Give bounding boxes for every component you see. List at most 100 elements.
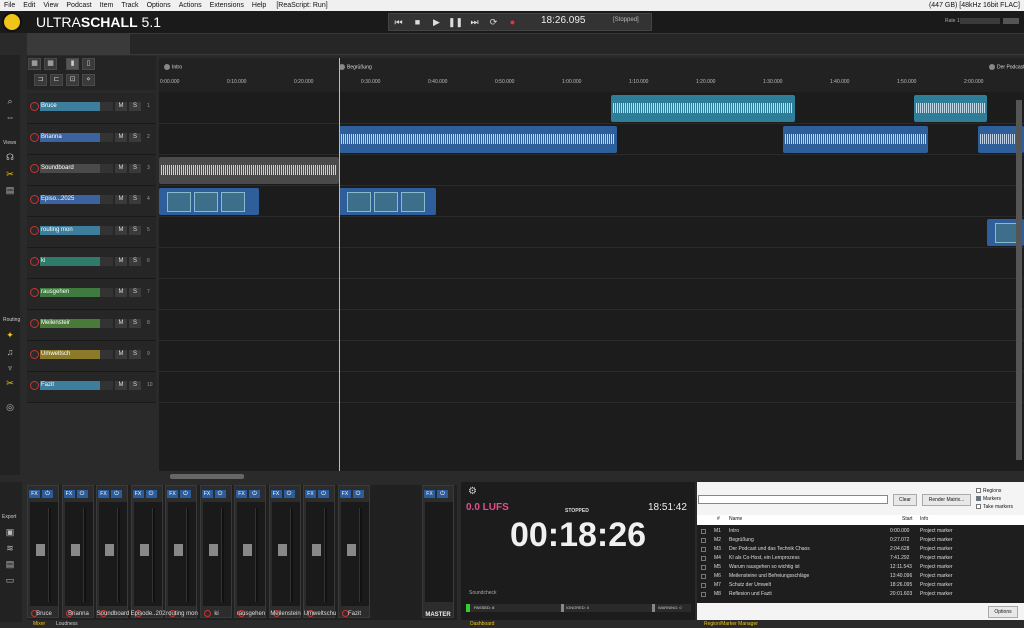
fader-knob[interactable] [139, 544, 149, 556]
go-start-icon[interactable]: ⏮ [389, 13, 408, 31]
menu-podcast[interactable]: Podcast [62, 2, 95, 9]
marker-search-input[interactable] [698, 495, 888, 504]
record-arm-icon[interactable] [30, 319, 39, 328]
solo-button[interactable]: S [129, 164, 141, 173]
mute-button[interactable]: M [115, 133, 127, 142]
stop-icon[interactable]: ■ [408, 13, 427, 31]
menu-help[interactable]: Help [248, 2, 270, 9]
media-item[interactable] [611, 95, 795, 122]
mixer-strip[interactable]: FX ⏻ [199, 485, 232, 618]
menu-edit[interactable]: Edit [19, 2, 39, 9]
vertical-scrollbar[interactable] [1016, 100, 1022, 460]
fit-icon[interactable]: ⇔ [4, 111, 16, 123]
record-icon[interactable]: ● [503, 13, 522, 31]
fader-knob[interactable] [70, 544, 80, 556]
go-end-icon[interactable]: ⏭ [465, 13, 484, 31]
fx-button[interactable]: FX [98, 490, 109, 498]
playhead[interactable] [339, 58, 340, 471]
track-lane[interactable] [159, 217, 1024, 248]
track-volume-fader[interactable] [100, 226, 113, 235]
power-icon[interactable]: ⏻ [214, 490, 226, 498]
fx-button[interactable]: FX [63, 490, 75, 498]
save-icon[interactable]: ▤ [4, 184, 16, 196]
track-header[interactable]: routing mon M S 5 [27, 217, 156, 248]
solo-button[interactable]: S [129, 195, 141, 204]
channel-fader[interactable] [340, 502, 369, 606]
record-arm-icon[interactable] [30, 226, 39, 235]
track-name[interactable]: Soundboard [40, 164, 100, 173]
row-checkbox[interactable] [701, 565, 706, 570]
track-volume-fader[interactable] [100, 381, 113, 390]
media-item[interactable] [339, 126, 617, 153]
mixer-strip[interactable]: FX ⏻ [165, 485, 197, 618]
power-icon[interactable]: ⏻ [318, 490, 329, 498]
filter-checkbox[interactable]: Regions [976, 488, 1001, 494]
record-arm-icon[interactable] [30, 164, 39, 173]
record-arm-icon[interactable] [30, 350, 39, 359]
track-volume-fader[interactable] [100, 257, 113, 266]
settings-icon[interactable]: ◎ [4, 401, 16, 413]
flag-icon[interactable]: ▯ [82, 58, 95, 70]
fx-button[interactable]: FX [29, 490, 40, 498]
track-header[interactable]: Umweltsch M S 9 [27, 341, 156, 372]
track-volume-fader[interactable] [100, 319, 113, 328]
fx-button[interactable]: FX [236, 490, 247, 498]
media-item[interactable] [783, 126, 928, 153]
track-name[interactable]: ki [40, 257, 100, 266]
menu-options[interactable]: Options [143, 2, 175, 9]
master-fx-button[interactable]: FX [424, 490, 435, 498]
mic-icon[interactable]: ♆ [4, 362, 16, 374]
menu-extensions[interactable]: Extensions [206, 2, 248, 9]
track-header[interactable]: Meilensteir M S 8 [27, 310, 156, 341]
checkbox-icon[interactable] [976, 496, 981, 502]
fx-button[interactable]: FX [339, 490, 351, 498]
tab-dashboard[interactable]: Dashboard [470, 621, 494, 627]
column-header[interactable]: Info [920, 515, 928, 524]
channel-fader[interactable] [306, 502, 334, 606]
render-icon[interactable]: ▤ [4, 558, 16, 570]
track-name[interactable]: Umweltsch [40, 350, 100, 359]
cut-icon[interactable]: ✂ [4, 168, 16, 180]
media-item[interactable] [159, 157, 339, 184]
master-strip[interactable]: FX ⏻ [422, 485, 454, 618]
rate-reset-button[interactable] [1003, 18, 1019, 24]
fader-knob[interactable] [312, 544, 321, 556]
track-lane[interactable] [159, 248, 1024, 279]
track-lane[interactable] [159, 279, 1024, 310]
power-icon[interactable]: ⏻ [283, 490, 295, 498]
track-header[interactable]: Bruce M S 1 [27, 93, 156, 124]
track-name[interactable]: Meilensteir [40, 319, 100, 328]
mixer-strip[interactable]: FX ⏻ [27, 485, 59, 618]
fader-knob[interactable] [36, 544, 45, 556]
timeline-ruler[interactable]: Intro Begrüßung Der Podcast 0:00.000 0:10.00… [159, 58, 1024, 92]
record-arm-icon[interactable] [30, 133, 39, 142]
clear-button[interactable]: Clear [893, 494, 917, 506]
split-icon[interactable]: ⊐ [34, 74, 47, 86]
rate-slider[interactable] [960, 18, 1000, 24]
fader-knob[interactable] [346, 544, 356, 556]
solo-button[interactable]: S [129, 288, 141, 297]
channel-fader[interactable] [202, 502, 231, 606]
mute-button[interactable]: M [115, 102, 127, 111]
crop-icon[interactable]: ⊡ [66, 74, 79, 86]
track-volume-fader[interactable] [100, 102, 113, 111]
row-checkbox[interactable] [701, 547, 706, 552]
track-name[interactable]: Episo...2025 [40, 195, 100, 204]
track-volume-fader[interactable] [100, 195, 113, 204]
power-icon[interactable]: ⏻ [180, 490, 191, 498]
table-row[interactable]: M3 Der Podcast und das Technik Chaos 2:04.… [697, 545, 1024, 554]
channel-fader[interactable] [99, 502, 127, 606]
tools-icon[interactable]: ⋄ [82, 74, 95, 86]
track-lane[interactable] [159, 93, 1024, 124]
power-icon[interactable]: ⏻ [145, 490, 157, 498]
power-icon[interactable]: ⏻ [249, 490, 260, 498]
track-name[interactable]: Fazit [40, 381, 100, 390]
row-checkbox[interactable] [701, 574, 706, 579]
grid-alt-icon[interactable]: ▦ [44, 58, 57, 70]
track-name[interactable]: rausgehen [40, 288, 100, 297]
solo-button[interactable]: S [129, 319, 141, 328]
solo-button[interactable]: S [129, 133, 141, 142]
channel-fader[interactable] [64, 502, 93, 606]
record-arm-icon[interactable] [30, 102, 39, 111]
mixer-strip[interactable]: FX ⏻ [130, 485, 163, 618]
